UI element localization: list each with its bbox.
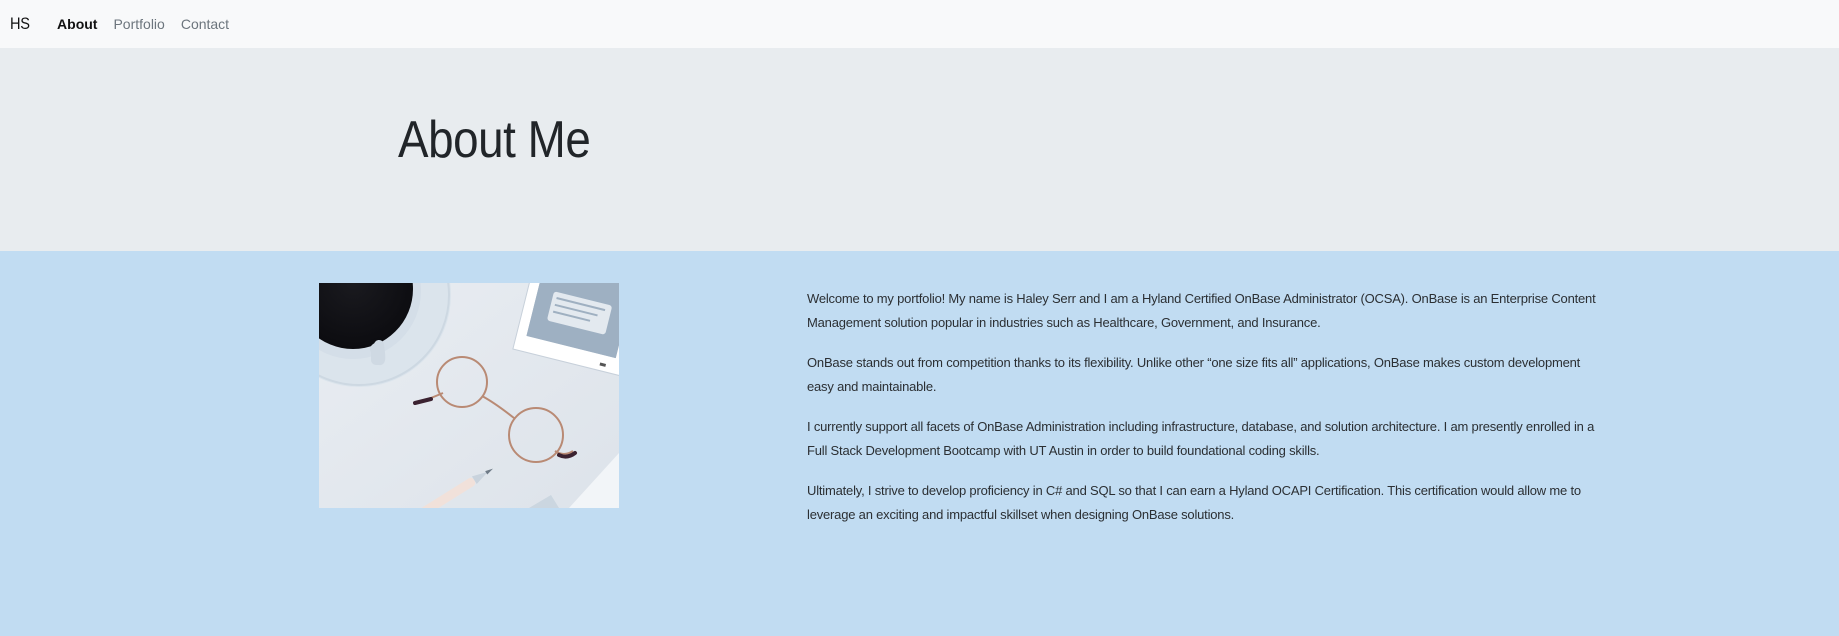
about-text: Welcome to my portfolio! My name is Hale…: [807, 287, 1597, 543]
hero-banner: About Me: [0, 48, 1839, 251]
nav-link-contact[interactable]: Contact: [181, 16, 229, 32]
page-title: About Me: [398, 111, 591, 169]
desk-photo-image: [319, 283, 619, 508]
about-paragraph-2: OnBase stands out from competition thank…: [807, 355, 1581, 394]
brand-logo-link[interactable]: HS: [10, 14, 30, 34]
nav-link-about[interactable]: About: [57, 16, 97, 32]
about-section: Welcome to my portfolio! My name is Hale…: [0, 251, 1839, 636]
top-navbar: HS About Portfolio Contact: [0, 0, 1839, 48]
about-paragraph-1: Welcome to my portfolio! My name is Hale…: [807, 291, 1596, 330]
about-paragraph-4: Ultimately, I strive to develop proficie…: [807, 483, 1581, 522]
about-paragraph-3: I currently support all facets of OnBase…: [807, 419, 1595, 458]
nav-link-portfolio[interactable]: Portfolio: [113, 16, 164, 32]
nav-links: About Portfolio Contact: [57, 16, 229, 32]
profile-photo: [319, 283, 619, 508]
